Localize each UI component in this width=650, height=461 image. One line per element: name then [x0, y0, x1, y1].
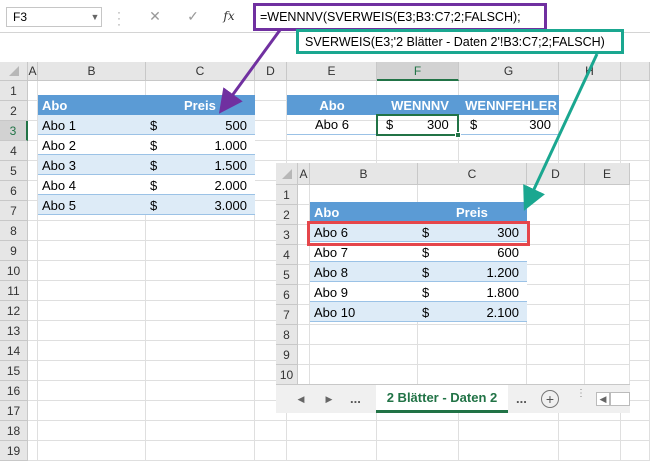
grid-cell[interactable]	[28, 441, 38, 461]
grid-cell[interactable]	[621, 441, 650, 461]
grid-cell[interactable]	[38, 441, 146, 461]
grid-cell[interactable]	[377, 441, 459, 461]
row-header-19[interactable]: 19	[0, 441, 28, 461]
purple-arrow	[218, 29, 282, 114]
grid-cell[interactable]	[459, 441, 559, 461]
annotation-arrows	[218, 29, 599, 211]
teal-arrow	[523, 53, 599, 211]
grid-cell[interactable]	[559, 441, 621, 461]
grid-cell[interactable]	[287, 441, 377, 461]
grid-cell[interactable]	[146, 441, 255, 461]
grid-cell[interactable]	[255, 441, 287, 461]
